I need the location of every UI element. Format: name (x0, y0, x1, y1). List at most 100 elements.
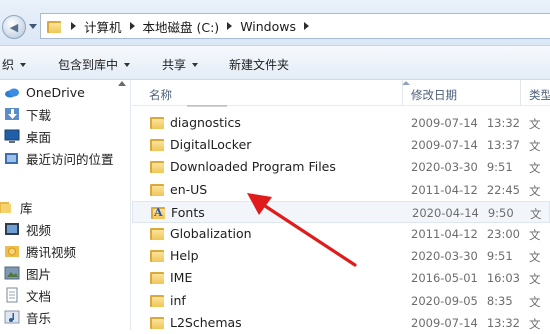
new-folder-button[interactable]: 新建文件夹 (229, 56, 289, 73)
file-name: Globalization (170, 226, 252, 241)
fonts-folder-icon: A (151, 206, 167, 220)
breadcrumb[interactable]: 计算机 本地磁盘 (C:) Windows (40, 13, 550, 39)
sort-ascending-icon (402, 81, 410, 85)
file-name: DigitalLocker (170, 137, 252, 153)
nav-item-downloads[interactable]: 下载 (4, 103, 51, 125)
file-modified-date: 2009-07-14 13:32 (411, 316, 520, 330)
file-name: Downloaded Program Files (170, 159, 336, 175)
file-row[interactable]: Help 2020-03-30 9:51 文 (132, 245, 550, 267)
file-type: 文 (529, 228, 541, 242)
breadcrumb-separator-icon[interactable] (71, 22, 76, 30)
scroll-up-icon[interactable] (118, 81, 126, 86)
column-header-name[interactable]: 名称 (149, 87, 172, 103)
file-modified-date: 2009-07-14 13:37 (411, 138, 520, 152)
folder-icon (150, 160, 166, 174)
breadcrumb-local-disk[interactable]: 本地磁盘 (C:) (143, 17, 220, 36)
file-name: diagnostics (170, 115, 241, 130)
documents-library-icon (4, 287, 20, 303)
time-value: 22:45 (486, 182, 520, 197)
nav-item-libraries[interactable]: 库 (0, 196, 33, 218)
column-header-date[interactable]: 修改日期 (411, 87, 457, 103)
folder-icon (150, 138, 166, 152)
date-value: 2011-04-12 (411, 227, 478, 241)
breadcrumb-separator-icon[interactable] (227, 22, 233, 30)
file-row[interactable]: Downloaded Program Files 2020-03-30 9:51 文 (132, 156, 550, 178)
date-value: 2009-07-14 (411, 116, 478, 130)
file-row[interactable]: inf 2020-09-05 8:35 文 (132, 290, 550, 312)
new-folder-label: 新建文件夹 (229, 58, 290, 72)
file-name: inf (170, 292, 186, 308)
folder-icon (150, 183, 166, 197)
file-type: 文 (529, 294, 541, 309)
nav-item-label: 腾讯视频 (26, 244, 77, 260)
breadcrumb-windows[interactable]: Windows (240, 19, 296, 34)
file-name: Fonts (171, 204, 205, 220)
include-in-library-label: 包含到库中 (58, 58, 119, 72)
column-header-type[interactable]: 类型 (529, 87, 550, 103)
breadcrumb-separator-icon[interactable] (304, 22, 309, 30)
include-in-library-button[interactable]: 包含到库中 (58, 56, 131, 73)
column-divider[interactable] (402, 80, 403, 105)
folder-icon (150, 116, 166, 130)
chevron-down-icon (124, 62, 131, 67)
share-button[interactable]: 共享 (162, 56, 199, 73)
date-value: 2011-04-12 (411, 182, 478, 197)
folder-icon (150, 294, 166, 308)
file-type: 文 (529, 250, 541, 265)
file-modified-date: 2020-03-30 9:51 (411, 249, 513, 263)
tencent-video-folder-icon (4, 243, 20, 259)
nav-item-recent-places[interactable]: 最近访问的位置 (4, 147, 114, 169)
file-type: 文 (530, 206, 542, 221)
folder-icon (150, 316, 166, 330)
file-modified-date: 2016-05-01 16:03 (411, 271, 520, 285)
breadcrumb-computer[interactable]: 计算机 (84, 17, 122, 36)
nav-item-documents[interactable]: 文档 (4, 284, 51, 306)
time-value: 13:37 (486, 138, 520, 153)
navigation-pane[interactable]: OneDrive 下载 桌面 最近访问的位置 库 视频 腾讯视频 图片 文档 音… (0, 80, 131, 330)
nav-item-music[interactable]: 音乐 (4, 306, 51, 328)
file-row[interactable]: diagnostics 2009-07-14 13:32 文 (132, 112, 550, 134)
nav-item-videos[interactable]: 视频 (4, 218, 51, 240)
file-type: 文 (529, 183, 541, 198)
folder-icon (150, 249, 166, 263)
file-row[interactable]: Globalization 2011-04-12 23:00 文 (132, 223, 550, 245)
recent-pages-dropdown-icon[interactable] (29, 24, 37, 29)
nav-item-desktop[interactable]: 桌面 (4, 125, 51, 147)
file-modified-date: 2020-03-30 9:51 (411, 160, 513, 174)
file-modified-date: 2020-04-14 9:50 (412, 206, 514, 220)
file-row[interactable]: A Fonts 2020-04-14 9:50 文 (132, 200, 550, 223)
organize-label: 织 (2, 58, 15, 72)
pictures-library-icon (4, 265, 20, 281)
back-button[interactable]: ◀ (2, 15, 26, 39)
time-value: 23:00 (486, 227, 520, 241)
date-value: 2020-09-05 (411, 293, 478, 308)
file-list[interactable]: 名称 修改日期 类型 diagnostics 2009-07-14 13:32 文 Di… (132, 80, 550, 331)
time-value: 9:51 (486, 249, 513, 264)
nav-item-label: OneDrive (26, 84, 85, 100)
column-divider[interactable] (520, 80, 521, 105)
file-modified-date: 2011-04-12 23:00 (411, 227, 520, 241)
nav-item-tencent-video[interactable]: 腾讯视频 (4, 240, 76, 262)
download-folder-icon (4, 106, 20, 122)
file-row[interactable]: DigitalLocker 2009-07-14 13:37 文 (132, 134, 550, 156)
cloud-icon (4, 84, 20, 100)
date-value: 2009-07-14 (411, 138, 478, 153)
file-type: 文 (529, 117, 541, 131)
video-library-icon (4, 221, 20, 237)
address-bar: ◀ 计算机 本地磁盘 (C:) Windows (0, 0, 550, 46)
date-value: 2009-07-14 (411, 315, 478, 330)
nav-item-label: 最近访问的位置 (26, 151, 114, 167)
file-row[interactable]: en-US 2011-04-12 22:45 文 (132, 179, 550, 201)
breadcrumb-separator-icon[interactable] (129, 22, 135, 30)
file-type: 文 (529, 316, 541, 331)
time-value: 13:32 (486, 116, 520, 130)
chevron-down-icon (192, 62, 199, 67)
library-icon (0, 199, 14, 215)
date-value: 2020-04-14 (412, 205, 479, 220)
nav-item-onedrive[interactable]: OneDrive (4, 81, 85, 103)
file-row[interactable]: L2Schemas 2009-07-14 13:32 文 (132, 312, 550, 334)
organize-button[interactable]: 织 (2, 56, 27, 73)
nav-item-pictures[interactable]: 图片 (4, 262, 51, 284)
file-row[interactable]: IME 2016-05-01 16:03 文 (132, 267, 550, 289)
partially-visible-row (187, 103, 247, 108)
